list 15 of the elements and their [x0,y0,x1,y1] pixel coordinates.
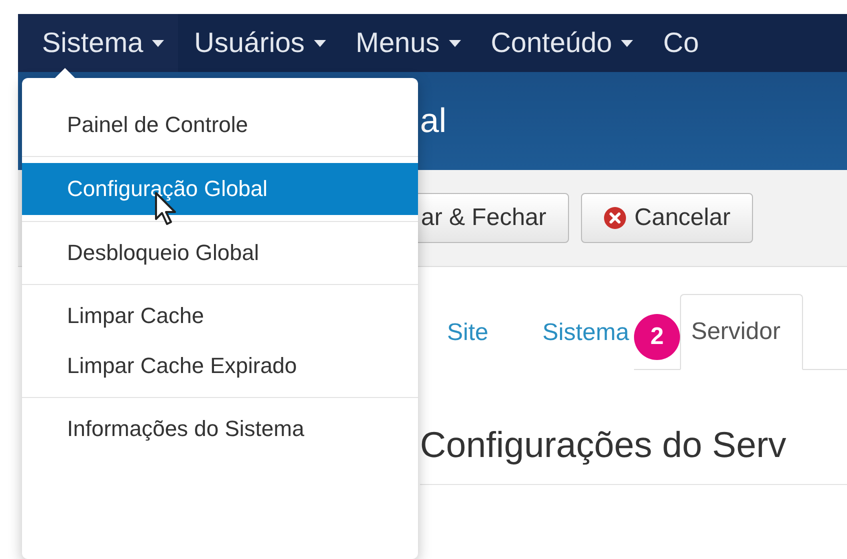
nav-menu-item[interactable]: Usuários [178,14,340,72]
section-heading: Configurações do Serv [420,424,847,485]
menu-item[interactable]: Painel de Controle [22,100,418,150]
tab[interactable]: Servidor [680,294,804,370]
step-badge: 2 [634,314,680,360]
menu-item[interactable]: Limpar Cache [22,291,418,341]
nav-menu-item[interactable]: Co [647,14,713,72]
nav-menu-item[interactable]: Sistema [18,14,178,72]
page-title: al [420,102,446,140]
nav-menu-item[interactable]: Menus [340,14,475,72]
cancel-button[interactable]: Cancelar [581,193,754,243]
menu-item[interactable]: Limpar Cache Expirado [22,341,418,391]
menu-item[interactable]: Informações do Sistema [22,404,418,454]
nav-menu-item[interactable]: Conteúdo [474,14,648,72]
cancel-icon [604,207,626,229]
